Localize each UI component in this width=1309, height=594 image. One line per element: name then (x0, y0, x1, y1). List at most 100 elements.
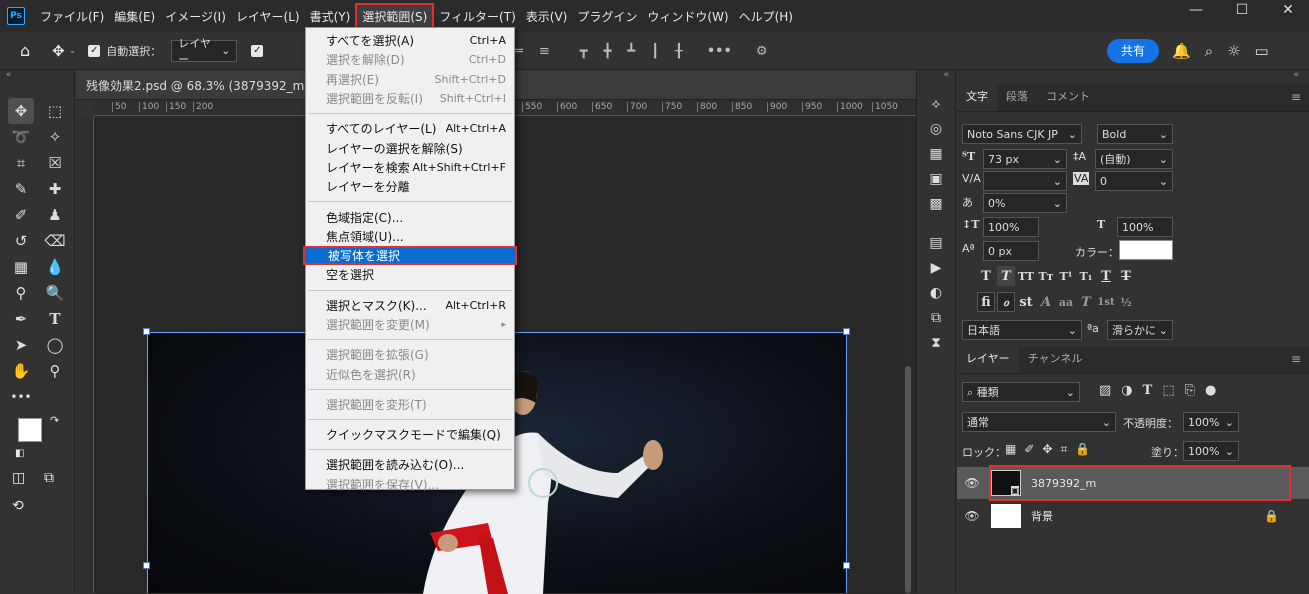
lock-image-icon[interactable]: ✐ (1024, 442, 1034, 457)
select-menu-item[interactable]: すべてのレイヤー(L) Alt+Ctrl+A (306, 119, 514, 138)
menu-item[interactable]: レイヤー(L) (231, 3, 305, 29)
menu-item[interactable]: ファイル(F) (35, 3, 109, 29)
fractions-button[interactable]: ½ (1117, 292, 1135, 312)
swatches-panel-icon[interactable]: ▦ (929, 146, 942, 162)
share-button[interactable]: 共有 (1107, 39, 1159, 63)
brush-settings-icon[interactable]: ◐ (930, 285, 942, 301)
distribute-hcenter-icon[interactable]: ╂ (675, 44, 683, 59)
panel-tab[interactable]: 文字 (957, 83, 997, 111)
select-menu-item[interactable]: 色域指定(C)... (306, 207, 514, 226)
select-menu-item[interactable]: すべてを選択(A) Ctrl+A (306, 31, 514, 50)
select-menu-item[interactable]: クイックマスクモードで編集(Q) (306, 425, 514, 444)
distribute-top-icon[interactable]: ┳ (580, 44, 588, 59)
superscript-button[interactable]: T¹ (1057, 266, 1075, 286)
faux-italic-button[interactable]: T (997, 266, 1015, 286)
distribute-vcenter-icon[interactable]: ╋ (604, 44, 612, 59)
select-menu-item[interactable]: 空を選択 (306, 265, 514, 284)
select-menu-item[interactable]: 被写体を選択 (303, 245, 517, 266)
gradient-tool-icon[interactable]: ▦ (8, 254, 34, 280)
collapse-icon[interactable]: « (917, 70, 955, 84)
visibility-eye-icon[interactable]: 👁 (957, 476, 987, 490)
menu-item[interactable]: 表示(V) (521, 3, 573, 29)
panel-tab[interactable]: レイヤー (957, 345, 1019, 373)
crop-tool-icon[interactable]: ⌗ (8, 150, 34, 176)
font-size-field[interactable]: 73 px ⌄ (983, 149, 1067, 169)
magic-wand-tool-icon[interactable]: ✧ (42, 124, 68, 150)
hand-tool-icon[interactable]: ✋ (8, 358, 34, 384)
light-bulb-icon[interactable]: ☼ (1227, 42, 1240, 60)
vertical-scrollbar[interactable] (902, 116, 914, 593)
opacity-field[interactable]: 100% ⌄ (1183, 412, 1239, 432)
quick-mask-icon[interactable]: ◫ (12, 470, 25, 486)
lock-transparent-icon[interactable]: ▦ (1005, 442, 1016, 457)
panel-menu-icon[interactable]: ≡ (1291, 352, 1301, 366)
ligatures-button[interactable]: fi (977, 292, 995, 312)
auto-select-checkbox[interactable]: ✓ (88, 44, 101, 57)
zoom-loupe-icon[interactable]: 🔍 (42, 280, 68, 306)
frame-tool-icon[interactable]: ☒ (42, 150, 68, 176)
path-selection-tool-icon[interactable]: ➤ (8, 332, 34, 358)
strikethrough-button[interactable]: T (1117, 266, 1135, 286)
panel-tab[interactable]: コメント (1037, 83, 1099, 111)
panel-tab[interactable]: 段落 (997, 83, 1037, 111)
transform-controls-checkbox[interactable]: ✓ (251, 44, 264, 57)
search-icon[interactable]: ⌕ (1205, 42, 1213, 60)
more-options-icon[interactable]: ••• (707, 44, 732, 59)
bell-icon[interactable]: 🔔 (1172, 42, 1191, 60)
baseline-shift-field[interactable]: 0 px (983, 241, 1039, 261)
faux-bold-button[interactable]: T (977, 266, 995, 286)
zoom-tool-icon[interactable]: ⚲ (42, 358, 68, 384)
menu-item[interactable]: ウィンドウ(W) (642, 3, 733, 29)
font-family-select[interactable]: Noto Sans CJK JP ⌄ (962, 124, 1082, 144)
ellipse-tool-icon[interactable]: ◯ (42, 332, 68, 358)
swap-colors-icon[interactable]: ↷ (50, 414, 59, 427)
shape-filter-icon[interactable]: ⬚ (1162, 383, 1174, 398)
menu-item[interactable]: フィルター(T) (434, 3, 520, 29)
tsume-field[interactable]: 0% ⌄ (983, 193, 1067, 213)
select-menu-item[interactable]: 選択とマスク(K)... Alt+Ctrl+R (306, 296, 514, 315)
tracking-field[interactable]: 0 ⌄ (1095, 171, 1173, 191)
select-menu-item[interactable]: レイヤーの選択を解除(S) (306, 138, 514, 157)
discretionary-ligatures-button[interactable]: st (1017, 292, 1035, 312)
filter-toggle-icon[interactable]: ● (1205, 383, 1216, 398)
fill-field[interactable]: 100% ⌄ (1183, 441, 1239, 461)
ordinals-button[interactable]: 1st (1097, 292, 1115, 312)
all-caps-button[interactable]: TT (1017, 266, 1035, 286)
horizontal-scale-field[interactable]: 100% (1117, 217, 1173, 237)
transform-handle[interactable] (143, 562, 150, 569)
patterns-panel-icon[interactable]: ▩ (929, 196, 942, 212)
adjustment-filter-icon[interactable]: ◑ (1121, 383, 1132, 398)
edit-toolbar-icon[interactable]: ⟲ (12, 498, 24, 514)
stylistic-alternates-button[interactable]: aa (1057, 292, 1075, 312)
text-color-swatch[interactable] (1119, 240, 1173, 260)
underline-button[interactable]: T (1097, 266, 1115, 286)
lock-artboard-icon[interactable]: ⌗ (1060, 442, 1067, 457)
antialias-select[interactable]: 滑らかに ⌄ (1107, 320, 1173, 340)
distribute-bottom-icon[interactable]: ┻ (627, 44, 635, 59)
distribute-left-icon[interactable]: ┃ (651, 44, 659, 59)
layer-row[interactable]: 👁 背景 🔒 (957, 500, 1309, 532)
home-icon[interactable]: ⌂ (20, 41, 30, 60)
blend-mode-select[interactable]: 通常 ⌄ (962, 412, 1116, 432)
subscript-button[interactable]: T₁ (1077, 266, 1095, 286)
transform-handle[interactable] (143, 328, 150, 335)
vertical-scale-field[interactable]: 100% (983, 217, 1039, 237)
menu-item[interactable]: 書式(Y) (305, 3, 356, 29)
eraser-tool-icon[interactable]: ⌫ (42, 228, 68, 254)
actions-panel-icon[interactable]: ▶ (931, 260, 942, 276)
small-caps-button[interactable]: Tт (1037, 266, 1055, 286)
blur-tool-icon[interactable]: 💧 (42, 254, 68, 280)
font-style-select[interactable]: Bold ⌄ (1097, 124, 1173, 144)
maximize-button[interactable]: ☐ (1230, 2, 1254, 26)
transform-handle[interactable] (843, 328, 850, 335)
stamp-tool-icon[interactable]: ♟ (42, 202, 68, 228)
more-tools-icon[interactable]: ••• (8, 384, 34, 410)
kerning-field[interactable]: ⌄ (983, 171, 1067, 191)
move-tool-icon[interactable]: ✥ (8, 98, 34, 124)
minimize-button[interactable]: — (1184, 2, 1208, 26)
panel-menu-icon[interactable]: ≡ (1291, 90, 1301, 104)
gear-icon[interactable]: ⚙ (756, 44, 768, 59)
history-brush-tool-icon[interactable]: ↺ (8, 228, 34, 254)
type-tool-icon[interactable]: T (42, 306, 68, 332)
lasso-tool-icon[interactable]: ➰ (8, 124, 34, 150)
